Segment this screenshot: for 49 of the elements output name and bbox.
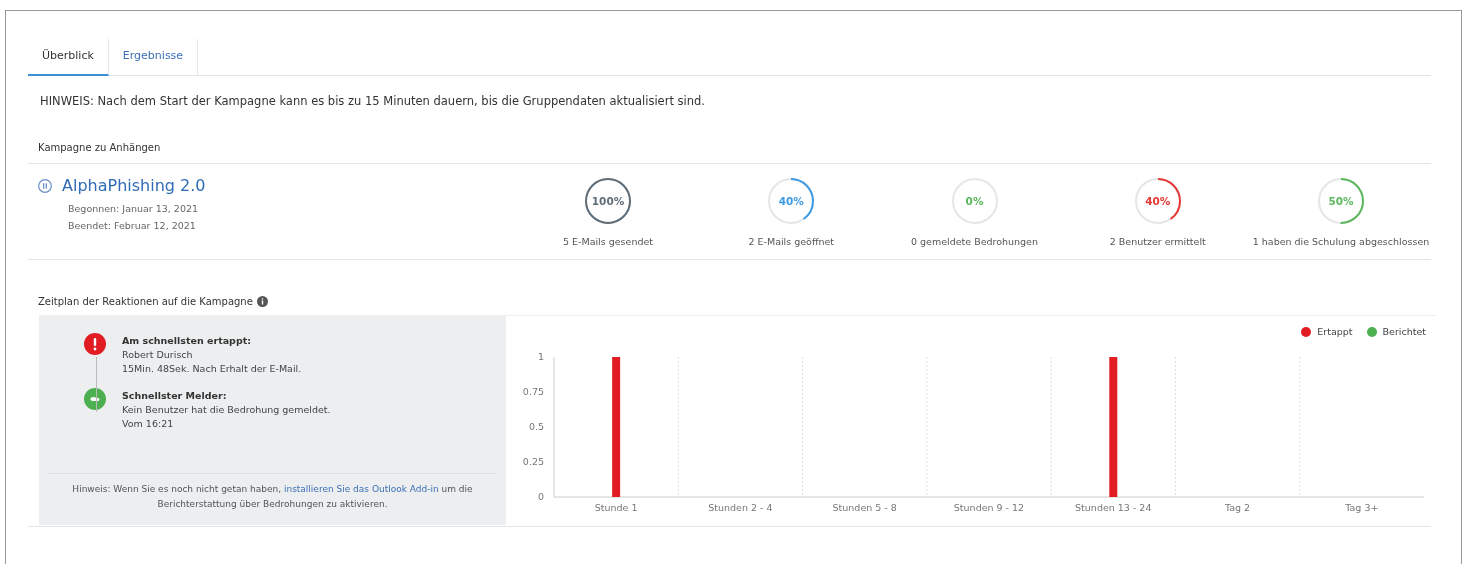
axis-category-label: Tag 2 [1225,502,1251,513]
event-detail: Vom 16:21 [122,418,175,429]
axis-tick-label: 0.25 [522,456,544,467]
percent-value: 100% [591,195,625,207]
event-detail: Kein Benutzer hat die Bedrohung gemeldet. [122,404,331,415]
axis-category-label: Stunden 2 - 4 [708,502,773,513]
progress-ring [583,176,633,226]
stat-label: 2 E-Mails geöffnet [748,236,835,247]
event-title: Schnellster Melder: [122,390,228,401]
progress-ring [766,176,817,226]
axis-tick-label: 1 [537,351,544,362]
progress-ring [1132,176,1183,226]
info-icon[interactable] [256,296,268,307]
section-title: Kampagne zu Anhängen [38,142,161,153]
event-title: Am schnellsten ertappt: [122,335,253,346]
tab[interactable]: Ergebnisse [108,39,199,76]
axis-tick-label: 0.75 [522,386,544,397]
event-detail: 15Min. 48Sek. Nach Erhalt der E-Mail. [122,363,302,374]
axis-category-label: Stunde 1 [594,502,638,513]
stat-label: 1 haben die Schulung abgeschlossen [1252,236,1430,247]
axis-category-label: Stunden 13 - 24 [1075,502,1152,513]
percent-value: 40% [1145,195,1171,207]
end-date: Beendet: Februar 12, 2021 [68,220,197,231]
hint-text: Hinweis: Wenn Sie es noch nicht getan haben, installieren Sie das Outlook Add-in um die Berichterstattung über Bedrohungen zu aktivieren. [71,483,474,512]
section-title: Zeitplan der Reaktionen auf die Kampagne [38,296,253,307]
axis-tick-label: 0.5 [528,421,544,432]
tab[interactable]: Überblick [28,39,109,76]
start-date: Begonnen: Januar 13, 2021 [68,203,200,214]
percent-value: 0% [965,195,984,207]
reporter-icon [84,388,106,410]
percent-value: 40% [778,195,804,207]
progress-ring [949,176,1000,226]
axis-category-label: Stunden 5 - 8 [832,502,897,513]
stat-label: 0 gemeldete Bedrohungen [911,236,1038,247]
percent-value: 50% [1328,195,1354,207]
campaign-name[interactable]: AlphaPhishing 2.0 [62,176,206,195]
axis-category-label: Stunden 9 - 12 [953,502,1025,513]
notice-text: HINWEIS: Nach dem Start der Kampagne kann es bis zu 15 Minuten dauern, bis die Gruppendaten aktualisiert sind. [40,94,706,108]
alert-icon [84,333,106,355]
stat-label: 2 Benutzer ermittelt [1109,236,1206,247]
progress-ring [1316,176,1366,226]
event-detail: Robert Durisch [122,349,194,360]
pause-icon [38,178,52,193]
stat-label: 5 E-Mails gesendet [562,236,654,247]
axis-tick-label: 0 [537,491,544,502]
legend-label: Ertappt [1317,326,1353,337]
legend-label: Berichtet [1382,326,1426,337]
axis-category-label: Tag 3+ [1345,502,1379,513]
outlook-link[interactable]: installieren Sie das Outlook Add-in [283,484,439,494]
